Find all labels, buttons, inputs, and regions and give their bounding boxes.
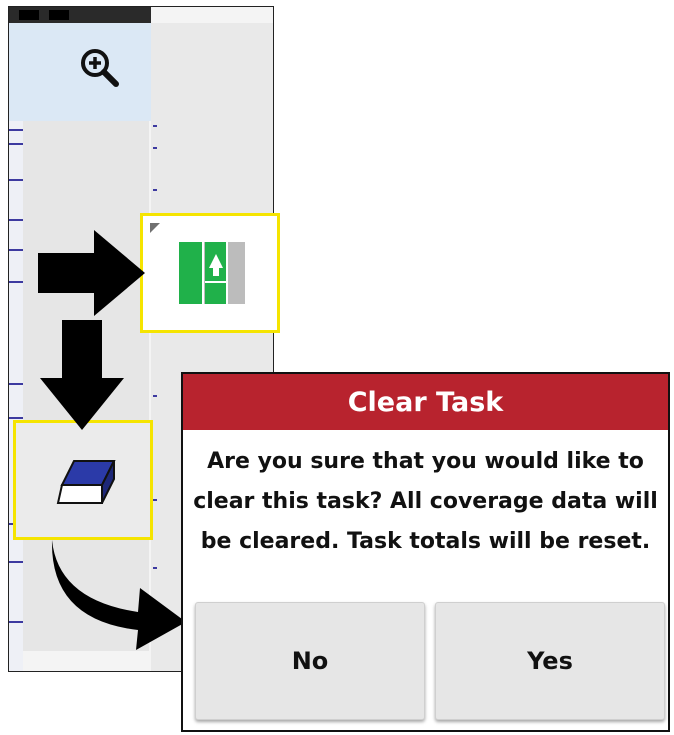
menu-corner-indicator (150, 223, 160, 233)
clear-task-dialog: Clear Task Are you sure that you would l… (181, 372, 670, 732)
coverage-button[interactable] (140, 213, 280, 333)
tool-column (23, 121, 149, 651)
coverage-toggle-icon (179, 242, 245, 304)
clear-task-button[interactable] (13, 420, 153, 540)
dialog-message: Are you sure that you would like to clea… (193, 449, 658, 554)
no-button[interactable]: No (195, 602, 425, 720)
status-block (19, 10, 39, 20)
status-block (49, 10, 69, 20)
map-view-edge[interactable] (9, 121, 23, 671)
dialog-title: Clear Task (183, 374, 668, 430)
zoom-toolbar (9, 23, 151, 121)
yes-button[interactable]: Yes (435, 602, 665, 720)
zoom-in-icon[interactable] (77, 45, 121, 89)
top-status-strip (9, 7, 151, 23)
eraser-icon (56, 460, 116, 504)
